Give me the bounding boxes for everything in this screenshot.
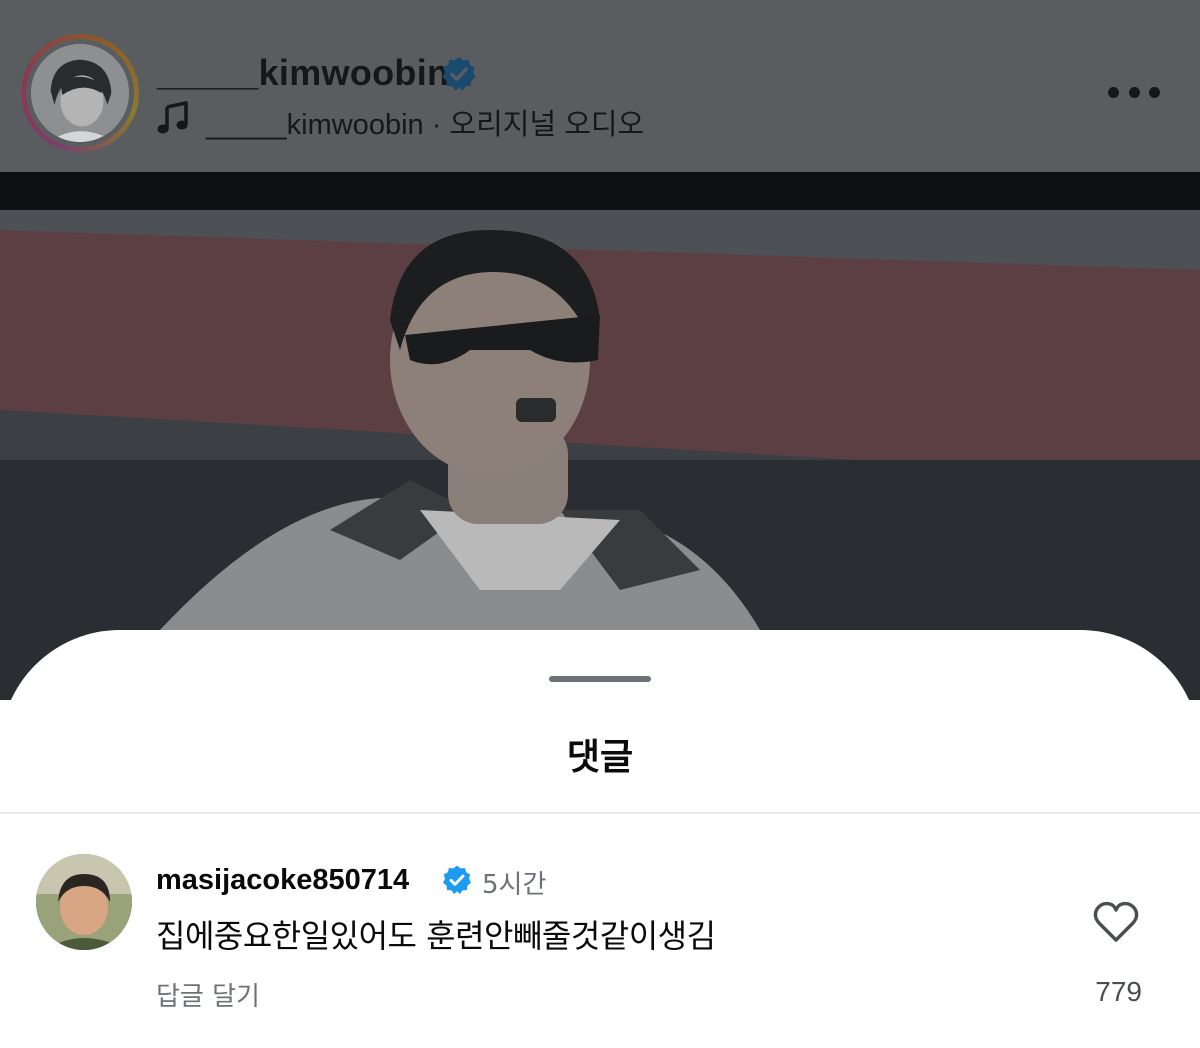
post-username[interactable]: _____kimwoobin bbox=[157, 52, 449, 94]
avatar-border bbox=[26, 39, 134, 147]
sheet-title: 댓글 bbox=[566, 737, 634, 778]
audio-label[interactable]: _____kimwoobin · 오리지널 오디오 bbox=[206, 101, 644, 143]
comments-sheet: 댓글 masijacoke850714 5시간 집에중요한일있어도 훈련안빼줄것… bbox=[0, 630, 1200, 1048]
reply-button[interactable]: 답글 달기 bbox=[156, 976, 260, 1013]
verified-badge-icon bbox=[442, 56, 476, 91]
commenter-username[interactable]: masijacoke850714 bbox=[156, 864, 409, 897]
avatar-image bbox=[31, 44, 129, 142]
verified-badge-icon bbox=[443, 865, 471, 894]
more-options-icon[interactable] bbox=[1108, 80, 1160, 104]
post-header: _____kimwoobin _____kimwoobin · 오리지널 오디오 bbox=[0, 0, 1200, 172]
video-still bbox=[0, 210, 1200, 700]
comment-text: 집에중요한일있어도 훈련안빼줄것같이생김 bbox=[156, 917, 716, 955]
heart-icon[interactable] bbox=[1092, 900, 1140, 944]
avatar-image bbox=[36, 854, 132, 950]
sheet-grab-handle[interactable] bbox=[549, 676, 651, 682]
dot bbox=[1128, 86, 1140, 98]
story-ring[interactable] bbox=[21, 34, 139, 152]
comment-timestamp: 5시간 bbox=[482, 870, 547, 900]
dot bbox=[1149, 86, 1160, 98]
profile-avatar bbox=[31, 44, 129, 142]
like-count: 779 bbox=[1095, 976, 1142, 1007]
commenter-avatar[interactable] bbox=[36, 854, 132, 950]
comment-item: masijacoke850714 5시간 집에중요한일있어도 훈련안빼줄것같이생… bbox=[0, 814, 1200, 1048]
video-player[interactable] bbox=[0, 210, 1200, 700]
music-note-icon bbox=[157, 101, 188, 134]
dimmed-backdrop: _____kimwoobin _____kimwoobin · 오리지널 오디오 bbox=[0, 0, 1200, 700]
dot bbox=[1108, 86, 1119, 98]
video-top-bar bbox=[0, 172, 1200, 212]
